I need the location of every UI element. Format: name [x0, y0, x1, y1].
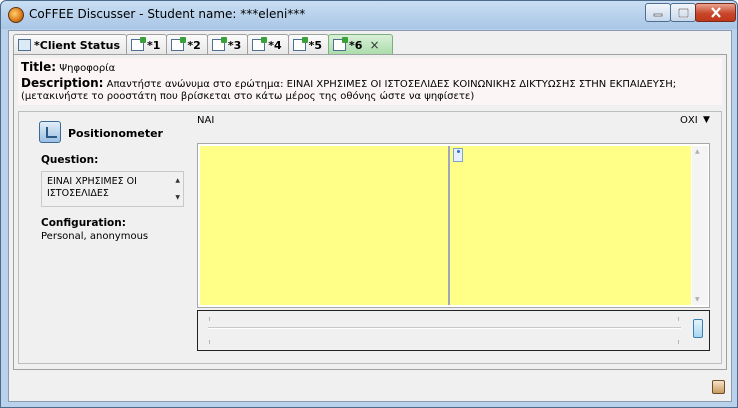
client-area: *Client Status *1 *2 *3 *4 *5 *6 × Title…	[8, 30, 732, 402]
slider-thumb[interactable]	[693, 319, 703, 338]
edit-note-icon	[171, 37, 187, 51]
menu-dropdown-icon[interactable]: ▼	[703, 115, 715, 127]
configuration-label: Configuration:	[41, 217, 126, 229]
slider-tick	[678, 340, 679, 344]
description-line-2: (μετακινήστε το ροοστάτη που βρίσκεται σ…	[21, 91, 475, 102]
scroll-down-icon[interactable]: ▼	[175, 194, 180, 201]
edit-note-icon	[131, 37, 146, 51]
edit-note-icon	[211, 37, 227, 51]
close-button[interactable]	[695, 3, 736, 22]
title-value: Ψηφοφορία	[59, 63, 116, 74]
edit-note-icon	[292, 37, 308, 51]
tab-bar: *Client Status *1 *2 *3 *4 *5 *6 ×	[13, 34, 393, 55]
close-tab-icon[interactable]: ×	[369, 38, 379, 52]
title-line: Title: Ψηφοφορία	[21, 60, 115, 74]
tab-2[interactable]: *2	[166, 34, 208, 55]
tab-label: *2	[187, 38, 201, 52]
scroll-up-icon[interactable]: ▲	[695, 148, 700, 155]
question-label: Question:	[41, 154, 99, 166]
tab-panel: Title: Ψηφοφορία Description: Απαντήστε …	[13, 54, 727, 370]
question-text: ΕΙΝΑΙ ΧΡΗΣΙΜΕΣ ΟΙ ΙΣΤΟΣΕΛΙΔΕΣ	[47, 176, 137, 199]
close-icon	[710, 7, 721, 18]
tool-info-panel: Positionometer Question: ΕΙΝΑΙ ΧΡΗΣΙΜΕΣ …	[31, 112, 201, 357]
tab-label: *Client Status	[34, 38, 120, 52]
minimize-icon	[653, 13, 663, 17]
edit-note-icon	[252, 37, 268, 51]
position-area: ▲ ▼	[197, 143, 710, 308]
app-window: CoFFEE Discusser - Student name: ***elen…	[0, 0, 738, 408]
left-pole-label: ΝΑΙ	[197, 115, 215, 126]
tab-client-status[interactable]: *Client Status	[13, 34, 127, 55]
tab-label: *5	[308, 38, 323, 52]
edit-note-icon	[333, 37, 349, 51]
positionometer-icon	[39, 121, 61, 143]
tab-4[interactable]: *4	[247, 34, 289, 55]
vertical-scrollbar[interactable]: ▲ ▼	[692, 146, 708, 305]
monitor-icon	[18, 39, 31, 51]
session-info: Title: Ψηφοφορία Description: Απαντήστε …	[18, 58, 722, 105]
question-box[interactable]: ΕΙΝΑΙ ΧΡΗΣΙΜΕΣ ΟΙ ΙΣΤΟΣΕΛΙΔΕΣ ▲ ▼	[41, 171, 184, 207]
no-zone	[450, 146, 691, 305]
maximize-button[interactable]	[670, 3, 696, 22]
minimize-button[interactable]	[645, 3, 671, 22]
users-status-icon[interactable]	[712, 380, 725, 394]
title-bar[interactable]: CoFFEE Discusser - Student name: ***elen…	[1, 1, 737, 29]
scroll-down-icon[interactable]: ▼	[695, 296, 700, 303]
configuration-value: Personal, anonymous	[41, 231, 149, 242]
maximize-icon	[677, 7, 689, 18]
tool-name: Positionometer	[68, 127, 163, 140]
scroll-up-icon[interactable]: ▲	[175, 177, 180, 184]
person-icon	[453, 148, 463, 162]
tab-3[interactable]: *3	[206, 34, 249, 55]
description-label: Description:	[21, 76, 104, 90]
title-label: Title:	[21, 60, 57, 74]
slider-track[interactable]	[208, 327, 681, 329]
vote-slider[interactable]	[197, 310, 710, 351]
tab-label: *4	[268, 38, 282, 52]
coffee-app-icon	[8, 7, 24, 23]
tab-label: *6	[349, 38, 363, 52]
tab-label: *3	[227, 38, 242, 52]
right-pole-label: ΟΧΙ	[680, 115, 698, 126]
yes-zone	[200, 146, 448, 305]
window-title: CoFFEE Discusser - Student name: ***elen…	[29, 7, 306, 21]
tab-1[interactable]: *1	[126, 34, 168, 55]
tab-6[interactable]: *6 ×	[328, 34, 393, 55]
slider-tick	[678, 317, 679, 321]
tab-label: *1	[147, 38, 161, 52]
slider-tick	[209, 317, 210, 321]
description-value: Απαντήστε ανώνυμα στο ερώτημα: ΕΙΝΑΙ ΧΡΗ…	[106, 79, 677, 90]
tab-5[interactable]: *5	[287, 34, 330, 55]
tool-content: Positionometer Question: ΕΙΝΑΙ ΧΡΗΣΙΜΕΣ …	[18, 111, 722, 364]
slider-tick	[209, 340, 210, 344]
description-line: Description: Απαντήστε ανώνυμα στο ερώτη…	[21, 76, 676, 90]
